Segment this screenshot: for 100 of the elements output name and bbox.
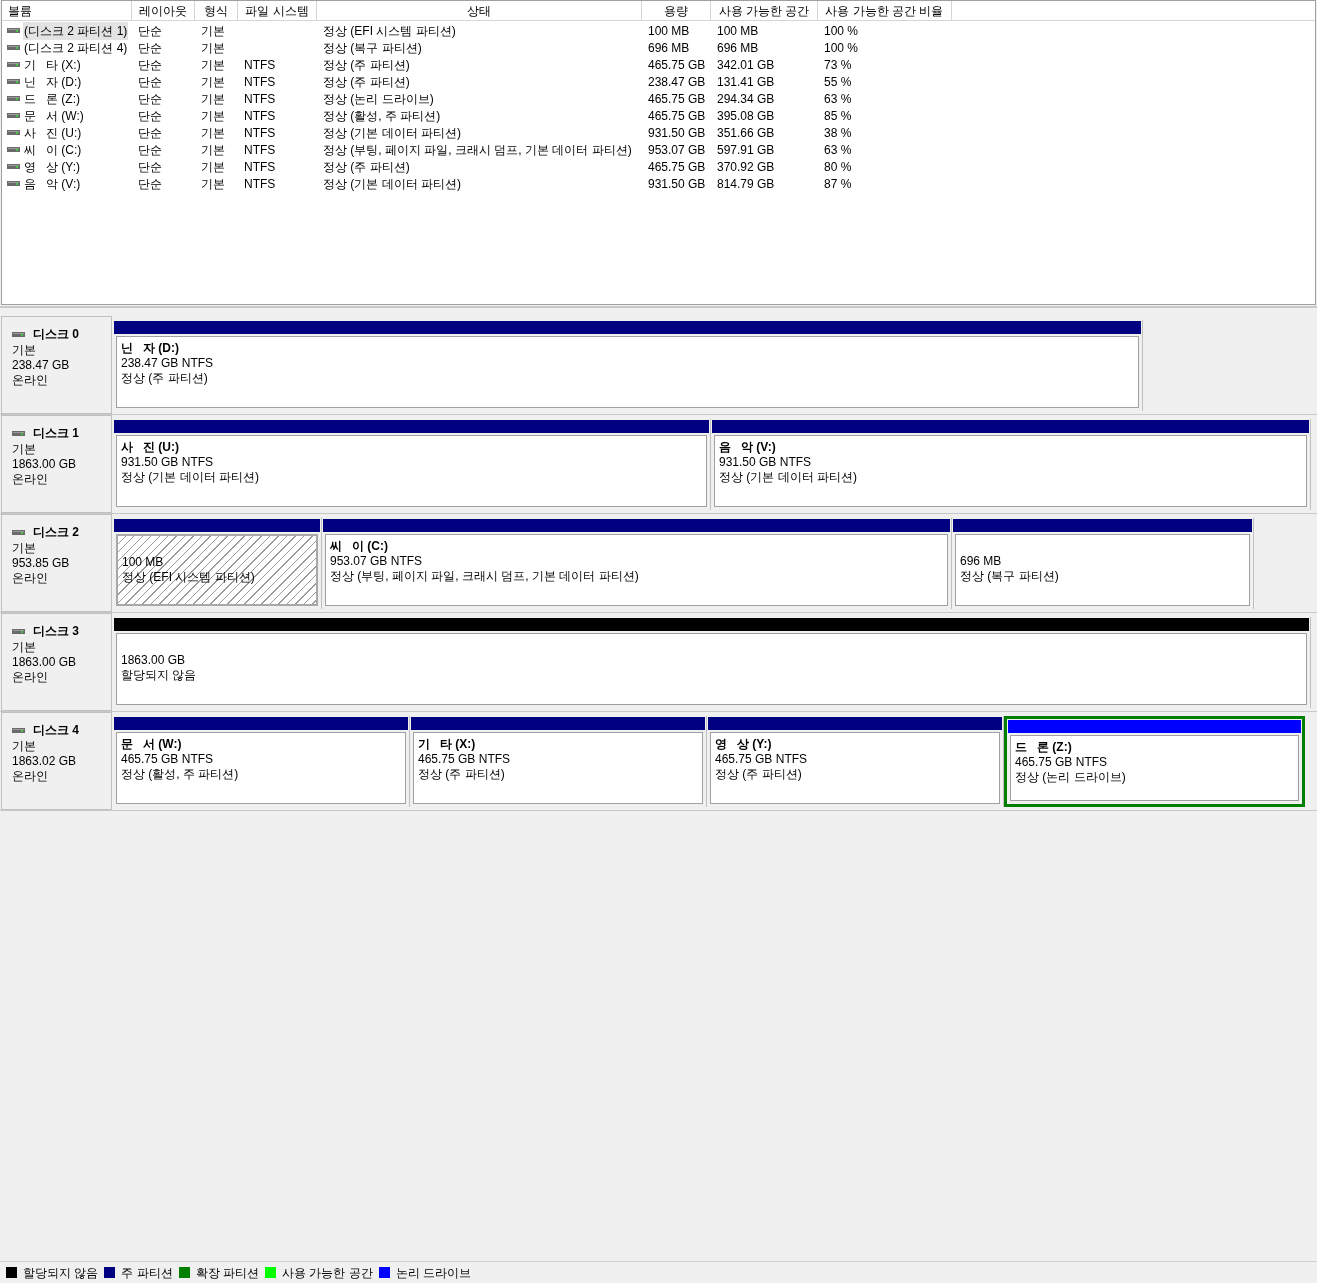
column-header[interactable]: 파일 시스템 [238, 1, 317, 20]
column-header[interactable]: 볼륨 [2, 1, 132, 20]
partition-size: 931.50 GB NTFS [719, 455, 813, 470]
table-cell: NTFS [244, 57, 276, 72]
table-cell: NTFS [244, 108, 276, 123]
partition-status: 정상 (논리 드라이브) [1015, 770, 1127, 785]
column-header[interactable]: 사용 가능한 공간 [711, 1, 818, 20]
table-cell: 85 % [824, 108, 852, 123]
table-cell: 단순 [138, 108, 162, 123]
table-cell: 단순 [138, 142, 162, 157]
partition-name: 문 서 (W:) [121, 737, 183, 752]
partition-size: 1863.00 GB [121, 653, 187, 668]
table-cell: 기본 [201, 159, 225, 174]
partition-size: 100 MB [122, 555, 165, 570]
table-cell: 정상 (EFI 시스템 파티션) [323, 23, 456, 38]
table-cell: 기본 [201, 57, 225, 72]
column-header[interactable]: 사용 가능한 공간 비율 [818, 1, 952, 20]
table-cell: 100 MB [717, 23, 759, 38]
table-cell: 395.08 GB [717, 108, 775, 123]
column-header[interactable]: 형식 [195, 1, 238, 20]
partition[interactable]: 드 론 (Z:) 465.75 GB NTFS 정상 (논리 드라이브) [1004, 716, 1305, 807]
drive-icon [7, 147, 20, 152]
partition-size: 465.75 GB NTFS [715, 752, 809, 767]
partition-size: 465.75 GB NTFS [1015, 755, 1109, 770]
table-cell: 931.50 GB [648, 176, 706, 191]
volume-name[interactable]: 기 타 (X:) [23, 55, 82, 74]
table-cell: 기본 [201, 40, 225, 55]
partition-size: 953.07 GB NTFS [330, 554, 424, 569]
volume-name[interactable]: 문 서 (W:) [23, 106, 85, 125]
column-header[interactable]: 레이아웃 [132, 1, 195, 20]
table-cell: 기본 [201, 142, 225, 157]
table-cell: 단순 [138, 74, 162, 89]
volume-name[interactable]: (디스크 2 파티션 4) [23, 38, 129, 57]
table-cell: 696 MB [717, 40, 759, 55]
disk-label-panel[interactable]: 디스크 1 기본 1863.00 GB 온라인 [1, 415, 112, 513]
disk-info: 1863.00 GB [12, 655, 78, 670]
partition-size: 465.75 GB NTFS [418, 752, 512, 767]
table-cell: 370.92 GB [717, 159, 775, 174]
disk-info: 기본 [12, 739, 37, 754]
partition-name: 영 상 (Y:) [715, 737, 773, 752]
disk-title: 디스크 2 [33, 524, 79, 541]
drive-icon [7, 113, 20, 118]
disk-label-panel[interactable]: 디스크 3 기본 1863.00 GB 온라인 [1, 613, 112, 711]
volume-name[interactable]: 씨 이 (C:) [23, 140, 83, 159]
column-header[interactable]: 상태 [317, 1, 642, 20]
disk-info: 기본 [12, 640, 37, 655]
table-cell: 정상 (주 파티션) [323, 57, 410, 72]
table-cell: 기본 [201, 23, 225, 38]
table-cell: 465.75 GB [648, 57, 706, 72]
disk-title: 디스크 1 [33, 425, 79, 442]
disk-info: 238.47 GB [12, 358, 71, 373]
table-cell: 931.50 GB [648, 125, 706, 140]
table-cell: 정상 (부팅, 페이지 파일, 크래시 덤프, 기본 데이터 파티션) [323, 142, 632, 157]
table-cell: NTFS [244, 125, 276, 140]
disk-title: 디스크 0 [33, 326, 79, 343]
drive-icon [12, 727, 25, 733]
disk-label-panel[interactable]: 디스크 2 기본 953.85 GB 온라인 [1, 514, 112, 612]
table-cell: 953.07 GB [648, 142, 706, 157]
volume-name[interactable]: 닌 자 (D:) [23, 72, 83, 91]
drive-icon [12, 529, 25, 535]
partition-status: 정상 (EFI 시스템 파티션) [122, 570, 256, 585]
table-cell: 465.75 GB [648, 159, 706, 174]
volume-name[interactable]: 드 론 (Z:) [23, 89, 81, 108]
table-cell: 696 MB [648, 40, 690, 55]
drive-icon [7, 62, 20, 67]
volume-name[interactable]: 영 상 (Y:) [23, 157, 81, 176]
partition-size: 696 MB [960, 554, 1003, 569]
table-cell: 73 % [824, 57, 852, 72]
disk-info: 온라인 [12, 670, 49, 685]
partition-size: 465.75 GB NTFS [121, 752, 215, 767]
drive-icon [7, 79, 20, 84]
disk-title: 디스크 3 [33, 623, 79, 640]
volume-name[interactable]: (디스크 2 파티션 1) [23, 21, 129, 40]
drive-icon [12, 628, 25, 634]
table-cell: NTFS [244, 159, 276, 174]
disk-label-panel[interactable]: 디스크 4 기본 1863.02 GB 온라인 [1, 712, 112, 810]
disk-info: 1863.00 GB [12, 457, 78, 472]
table-cell: 정상 (기본 데이터 파티션) [323, 125, 461, 140]
table-cell: 단순 [138, 23, 162, 38]
volume-name[interactable]: 사 진 (U:) [23, 123, 83, 142]
partition-name: 씨 이 (C:) [330, 539, 389, 554]
table-cell: 기본 [201, 176, 225, 191]
drive-icon [7, 130, 20, 135]
partition-size: 931.50 GB NTFS [121, 455, 215, 470]
legend-label: 논리 드라이브 [395, 1264, 472, 1282]
table-cell: 기본 [201, 74, 225, 89]
drive-icon [7, 181, 20, 186]
partition-status: 정상 (기본 데이터 파티션) [121, 470, 260, 485]
table-cell: NTFS [244, 176, 276, 191]
partition-status: 정상 (기본 데이터 파티션) [719, 470, 858, 485]
legend-label: 주 파티션 [121, 1264, 173, 1282]
partition-status: 할당되지 않음 [121, 668, 198, 683]
table-cell: 294.34 GB [717, 91, 775, 106]
volume-name[interactable]: 음 악 (V:) [23, 174, 82, 193]
table-cell: 단순 [138, 159, 162, 174]
partition-status: 정상 (주 파티션) [121, 371, 209, 386]
column-header[interactable]: 용량 [642, 1, 711, 20]
disk-info: 1863.02 GB [12, 754, 78, 769]
table-cell: 38 % [824, 125, 852, 140]
disk-label-panel[interactable]: 디스크 0 기본 238.47 GB 온라인 [1, 316, 112, 414]
